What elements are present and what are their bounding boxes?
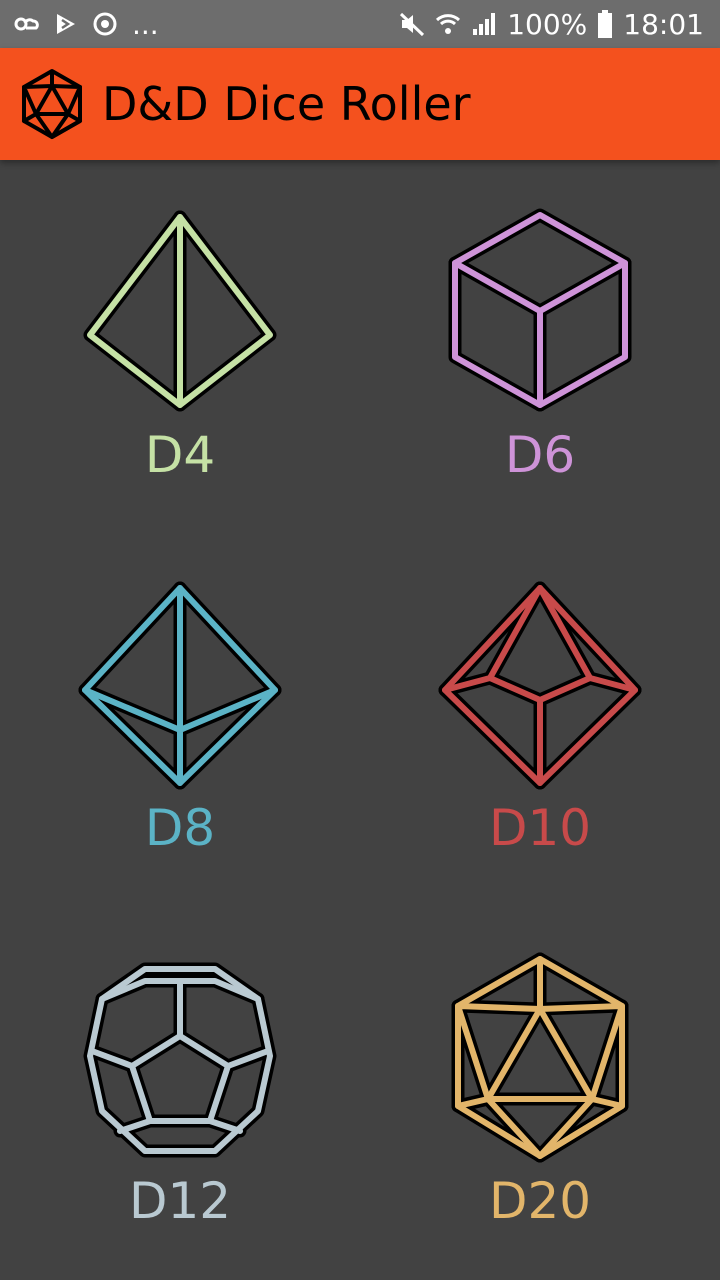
d6-label: D6: [504, 426, 576, 484]
wifi-icon: [436, 14, 461, 34]
battery-percent: 100%: [507, 7, 588, 41]
d20-icon: [22, 69, 82, 139]
status-bar-right: 100% 18:01: [399, 8, 720, 41]
play-store-icon: [57, 14, 75, 34]
d8-button[interactable]: D8: [0, 533, 360, 906]
d4-label: D4: [144, 426, 216, 484]
d4-button[interactable]: D4: [0, 160, 360, 533]
d12-label: D12: [128, 1172, 232, 1230]
d8-label: D8: [144, 799, 216, 857]
d6-icon: [448, 208, 632, 412]
mute-icon: [400, 12, 425, 37]
d12-button[interactable]: D12: [0, 906, 360, 1279]
app-bar: D&D Dice Roller: [0, 48, 720, 160]
d20-button[interactable]: D20: [360, 906, 720, 1279]
battery-icon: [598, 10, 613, 38]
d20-icon: [451, 952, 629, 1163]
status-bar: ... 100% 18:01: [0, 0, 720, 48]
overflow-dots: ...: [132, 7, 159, 41]
d6-button[interactable]: D6: [360, 160, 720, 533]
d8-icon: [78, 581, 282, 790]
d12-icon: [83, 962, 277, 1158]
d10-icon: [438, 581, 642, 790]
signal-icon: [473, 13, 496, 35]
d20-label: D20: [488, 1172, 592, 1230]
d10-label: D10: [488, 799, 592, 857]
app-title: D&D Dice Roller: [102, 77, 471, 131]
status-bar-left: ...: [0, 8, 159, 41]
clock: 18:01: [623, 7, 704, 41]
sync-icon: [93, 12, 117, 36]
d4-icon: [83, 210, 277, 412]
dice-grid: D4 D6 D8 D10 D12 D20: [0, 160, 720, 1280]
weather-icon: [14, 17, 39, 31]
d10-button[interactable]: D10: [360, 533, 720, 906]
